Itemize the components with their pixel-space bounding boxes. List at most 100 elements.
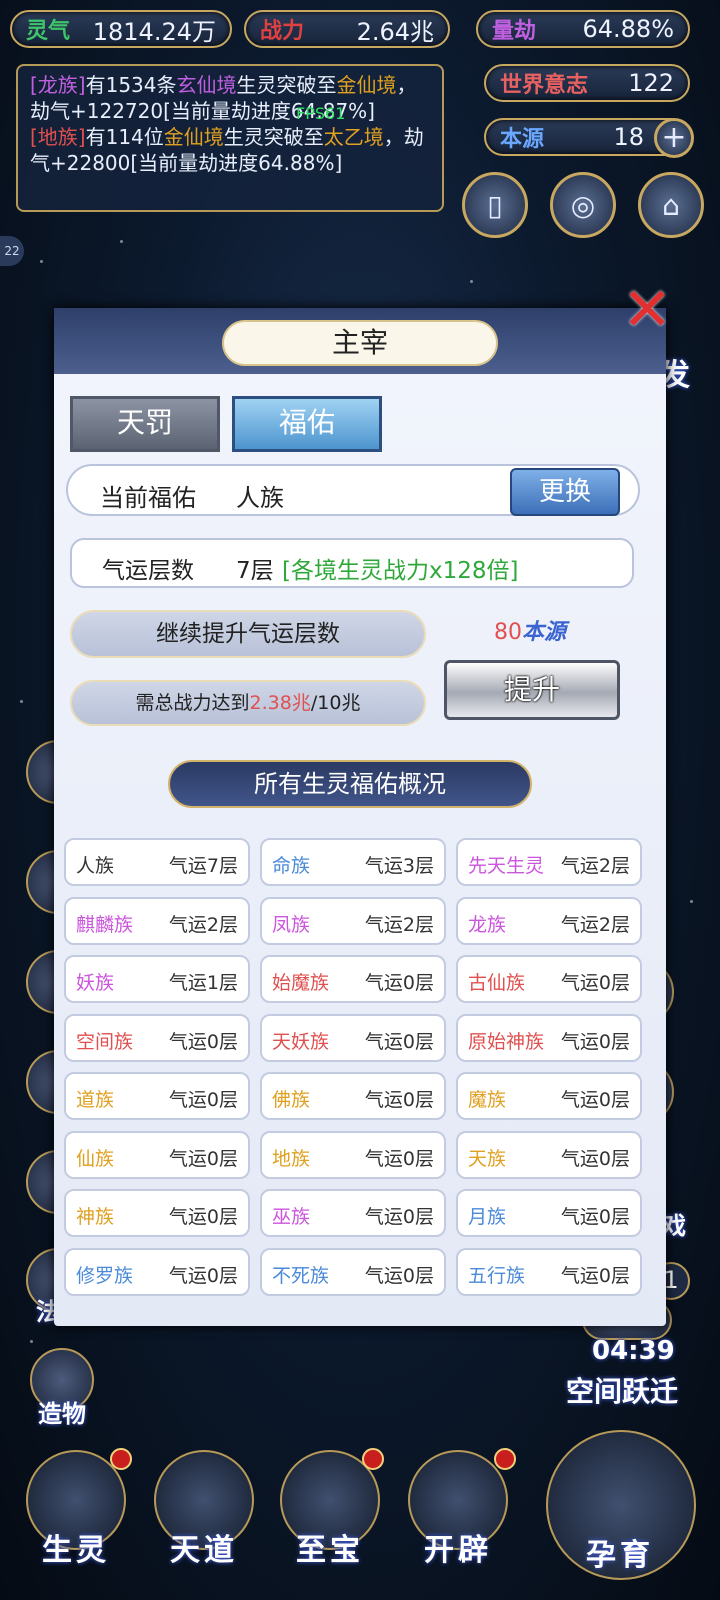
race-name: 古仙族	[468, 972, 526, 994]
card-icon: ▯	[487, 188, 503, 222]
scroll-icon: ⌂	[662, 188, 680, 222]
nav-yunyu-label: 孕育	[586, 1538, 654, 1573]
upgrade-label: 提升	[503, 673, 560, 706]
race-name: 魔族	[468, 1089, 507, 1111]
notification-dot	[110, 1448, 132, 1470]
stat-lingqi: 灵气 1814.24万	[10, 10, 232, 48]
bless-cell: 巫族 气运0层	[260, 1189, 446, 1237]
log-tag: [地族]	[30, 125, 86, 149]
change-button[interactable]: 更换	[510, 468, 620, 516]
race-name: 佛族	[272, 1089, 311, 1111]
luck-level-row: 气运层数 7层 [各境生灵战力x128倍]	[70, 538, 634, 588]
race-luck-level: 气运0层	[168, 1206, 238, 1228]
race-luck-level: 气运0层	[560, 1030, 630, 1053]
bless-cell: 先天生灵 气运2层	[456, 838, 642, 886]
tab-label: 福佑	[278, 406, 335, 439]
bless-cell: 始魔族 气运0层	[260, 955, 446, 1003]
nav-tiandao-label: 天道	[170, 1533, 238, 1568]
race-luck-level: 气运1层	[168, 972, 238, 994]
bless-cell: 魔族 气运0层	[456, 1072, 642, 1120]
tab-punish[interactable]: 天罚	[70, 396, 220, 452]
race-name: 修罗族	[76, 1264, 134, 1287]
race-luck-level: 气运2层	[364, 913, 434, 936]
race-name: 始魔族	[272, 972, 330, 994]
create-label: 造物	[38, 1400, 86, 1428]
luck-level-label: 气运层数	[102, 558, 194, 584]
bless-cell: 古仙族 气运0层	[456, 955, 642, 1003]
stat-zhanli: 战力 2.64兆	[244, 10, 450, 48]
current-bless-label: 当前福佑	[100, 484, 196, 512]
change-label: 更换	[538, 477, 591, 507]
race-luck-level: 气运0层	[364, 1089, 434, 1111]
race-name: 不死族	[272, 1264, 330, 1287]
dialog-title: 主宰	[222, 320, 498, 366]
race-name: 先天生灵	[468, 855, 545, 877]
level-badge: 22	[0, 236, 24, 266]
bless-cell: 道族 气运0层	[64, 1072, 250, 1120]
race-name: 道族	[76, 1089, 115, 1111]
bless-cell: 命族 气运3层	[260, 838, 446, 886]
race-luck-level: 气运2层	[168, 913, 238, 936]
bless-cell: 凤族 气运2层	[260, 896, 446, 945]
race-name: 月族	[468, 1206, 507, 1228]
race-luck-level: 气运0层	[364, 972, 434, 994]
stat-liangjie: 量劫 64.88%	[476, 10, 690, 48]
log-text: 生灵突破至	[223, 125, 324, 149]
log-realm: 金仙境	[163, 125, 224, 149]
luck-level-bonus: [各境生灵战力x128倍]	[282, 558, 519, 584]
log-realm: 玄仙境	[176, 73, 237, 97]
log-realm: 金仙境	[336, 73, 397, 97]
vortex-button[interactable]: ◎	[550, 172, 616, 238]
race-luck-level: 气运0层	[560, 1264, 630, 1287]
stat-label: 量劫	[492, 19, 537, 44]
bless-cell: 天妖族 气运0层	[260, 1013, 446, 1062]
race-name: 五行族	[468, 1264, 526, 1287]
race-name: 凤族	[272, 913, 311, 936]
tab-bless[interactable]: 福佑	[232, 396, 382, 452]
race-name: 空间族	[76, 1030, 134, 1053]
race-luck-level: 气运0层	[168, 1030, 238, 1053]
card-button[interactable]: ▯	[462, 172, 528, 238]
race-luck-level: 气运0层	[560, 1206, 630, 1228]
bless-cell: 仙族 气运0层	[64, 1130, 250, 1179]
close-icon[interactable]: ✕	[622, 280, 682, 340]
event-log: [龙族]有1534条玄仙境生灵突破至金仙境，劫气+122720[当前量劫进度64…	[16, 64, 444, 212]
all-bless-banner: 所有生灵福佑概况	[168, 760, 532, 808]
scroll-button[interactable]: ⌂	[638, 172, 704, 238]
add-benyuan-button[interactable]: +	[654, 118, 694, 158]
need-prefix: 需总战力达到	[135, 692, 250, 714]
cost-number: 80	[494, 620, 522, 645]
bless-cell: 月族 气运0层	[456, 1189, 642, 1237]
bless-cell: 麒麟族 气运2层	[64, 896, 250, 945]
race-name: 原始神族	[468, 1030, 545, 1053]
bless-cell: 修罗族 气运0层	[64, 1247, 250, 1296]
bless-cell: 佛族 气运0层	[260, 1072, 446, 1120]
nav-zhibao-label: 至宝	[296, 1533, 364, 1568]
bless-cell: 妖族 气运1层	[64, 955, 250, 1003]
stat-value: 64.88%	[582, 15, 674, 43]
race-luck-level: 气运0层	[364, 1147, 434, 1170]
log-realm: 太乙境	[323, 125, 384, 149]
stat-value: 1814.24万	[92, 17, 216, 46]
bless-cell: 天族 气运0层	[456, 1130, 642, 1179]
nav-shengling-label: 生灵	[42, 1533, 110, 1568]
race-name: 麒麟族	[76, 913, 134, 936]
race-luck-level: 气运0层	[560, 1089, 630, 1111]
dominion-dialog: 主宰 ✕ 天罚 福佑 当前福佑 人族 更换 气运层数 7层 [各境生灵战力x12…	[54, 280, 672, 1326]
current-bless-value: 人族	[236, 484, 284, 512]
race-luck-level: 气运0层	[364, 1030, 434, 1053]
log-entry: [龙族]有1534条玄仙境生灵突破至金仙境，劫气+122720[当前量劫进度64…	[30, 72, 430, 124]
race-luck-level: 气运2层	[560, 855, 630, 877]
log-text: 有1534条	[85, 73, 177, 97]
race-name: 天妖族	[272, 1030, 330, 1053]
stat-shijie: 世界意志 122	[484, 64, 690, 102]
race-luck-level: 气运0层	[168, 1147, 238, 1170]
race-name: 人族	[76, 855, 115, 877]
race-name: 妖族	[76, 972, 115, 994]
race-name: 巫族	[272, 1206, 311, 1228]
bless-cell: 五行族 气运0层	[456, 1247, 642, 1296]
race-name: 地族	[272, 1147, 311, 1170]
vortex-icon: ◎	[570, 188, 596, 222]
upgrade-button[interactable]: 提升	[444, 660, 620, 720]
bless-cell: 原始神族 气运0层	[456, 1013, 642, 1062]
